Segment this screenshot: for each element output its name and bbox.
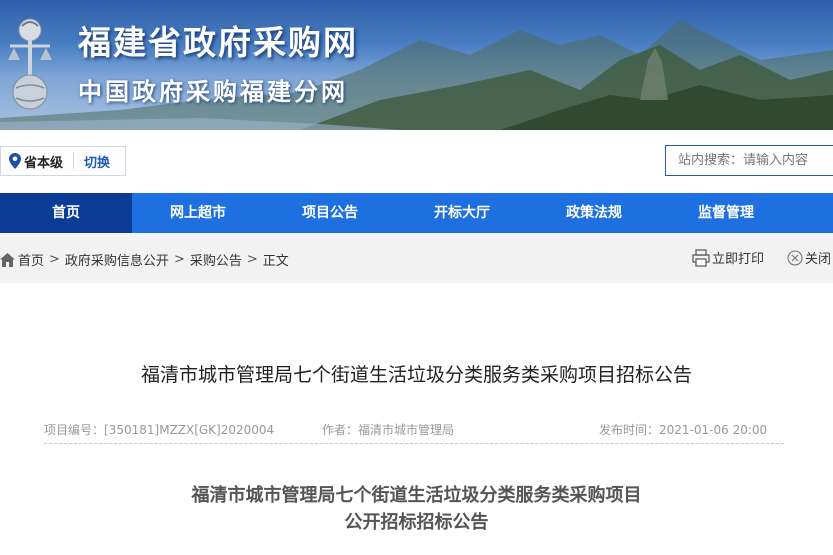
meta-time-label: 发布时间： xyxy=(599,423,660,437)
document-title: 福清市城市管理局七个街道生活垃圾分类服务类采购项目 公开招标招标公告 xyxy=(0,482,833,536)
site-subtitle: 中国政府采购福建分网 xyxy=(78,78,348,106)
breadcrumb-procurement-notices[interactable]: 采购公告 xyxy=(190,250,242,269)
nav-item-online-mall[interactable]: 网上超市 xyxy=(132,193,264,233)
site-title: 福建省政府采购网 xyxy=(78,23,358,62)
close-label: 关闭 xyxy=(805,252,832,267)
meta-author-value: 福清市城市管理局 xyxy=(358,423,455,437)
breadcrumb-home[interactable]: 首页 xyxy=(18,250,44,269)
breadcrumb-bar: 首页 > 政府采购信息公开 > 采购公告 > 正文 立即打印 关闭 xyxy=(0,233,833,283)
location-pin-icon xyxy=(9,153,21,169)
breadcrumb: 首页 > 政府采购信息公开 > 采购公告 > 正文 xyxy=(0,250,289,269)
search-input[interactable] xyxy=(678,146,833,175)
meta-divider xyxy=(44,443,784,444)
region-level: 省本级 xyxy=(24,155,64,171)
meta-publish-time: 发布时间：2021-01-06 20:00 xyxy=(599,421,767,438)
meta-author: 作者：福清市城市管理局 xyxy=(322,421,454,438)
nav-item-project-notices[interactable]: 项目公告 xyxy=(264,193,396,233)
emblem-icon xyxy=(8,18,52,110)
breadcrumb-separator: > xyxy=(173,252,185,267)
print-label: 立即打印 xyxy=(712,252,765,267)
breadcrumb-current: 正文 xyxy=(262,254,289,269)
nav-item-supervision[interactable]: 监督管理 xyxy=(660,193,792,233)
nav-item-bid-opening-hall[interactable]: 开标大厅 xyxy=(396,193,528,233)
nav-item-home[interactable]: 首页 xyxy=(0,193,132,233)
meta-project-no: 项目编号：[350181]MZZX[GK]2020004 xyxy=(44,421,274,438)
region-selector: 省本级 切换 xyxy=(0,146,126,176)
site-search xyxy=(665,145,833,176)
breadcrumb-separator: > xyxy=(49,252,60,267)
meta-project-no-value: [350181]MZZX[GK]2020004 xyxy=(104,423,275,437)
breadcrumb-info-disclosure[interactable]: 政府采购信息公开 xyxy=(65,250,169,269)
document-title-line1: 福清市城市管理局七个街道生活垃圾分类服务类采购项目 xyxy=(191,485,642,506)
meta-time-value: 2021-01-06 20:00 xyxy=(659,423,768,437)
page-title: 福清市城市管理局七个街道生活垃圾分类服务类采购项目招标公告 xyxy=(140,364,692,386)
breadcrumb-separator: > xyxy=(246,252,258,267)
print-button[interactable]: 立即打印 xyxy=(692,248,764,267)
region-switch-button[interactable]: 切换 xyxy=(84,152,110,171)
main-nav: 首页 网上超市 项目公告 开标大厅 政策法规 监督管理 xyxy=(0,193,833,233)
region-divider xyxy=(73,153,75,169)
nav-item-policies[interactable]: 政策法规 xyxy=(528,193,660,233)
printer-icon xyxy=(692,248,710,267)
document-title-line2: 公开招标招标公告 xyxy=(344,512,489,533)
site-banner: 福建省政府采购网 中国政府采购福建分网 xyxy=(0,0,833,130)
meta-project-no-label: 项目编号： xyxy=(44,423,105,437)
article-meta: 项目编号：[350181]MZZX[GK]2020004 作者：福清市城市管理局… xyxy=(44,413,784,443)
home-icon xyxy=(0,252,15,267)
close-button[interactable]: 关闭 xyxy=(787,248,831,267)
meta-author-label: 作者： xyxy=(322,423,359,437)
close-icon xyxy=(787,249,803,266)
